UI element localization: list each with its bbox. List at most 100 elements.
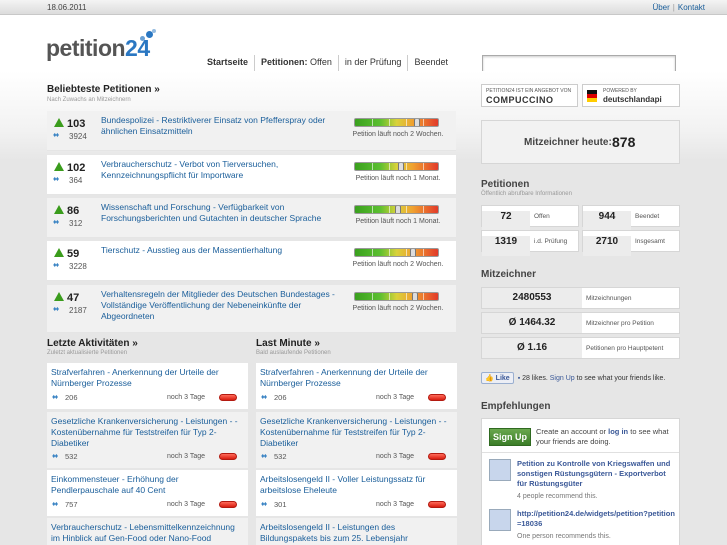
people-icon: ♦♦ [261, 394, 267, 401]
facebook-signup-link[interactable]: Sign Up [550, 375, 575, 382]
people-icon: ♦♦ [53, 262, 59, 269]
progress-meter [354, 118, 439, 127]
activity-title-link[interactable]: Gesetzliche Krankenversicherung - Leistu… [260, 416, 455, 449]
activity-item[interactable]: Strafverfahren - Anerkennung der Urteile… [256, 363, 457, 409]
popular-petition-row[interactable]: 103 ♦♦ 3924 Bundespolizei - Restriktiverer … [47, 111, 456, 151]
activity-title-link[interactable]: Strafverfahren - Anerkennung der Urteile… [260, 367, 455, 389]
stat-value: 72 [482, 211, 530, 231]
trend-up-icon [54, 162, 64, 171]
activity-item[interactable]: Arbeitslosengeld II - Leistungen des Bil… [256, 518, 457, 545]
lastminute-title[interactable]: Last Minute » [256, 338, 320, 349]
stat-value: Ø 1.16 [482, 338, 582, 358]
activity-title-link[interactable]: Gesetzliche Krankenversicherung - Leistu… [51, 416, 246, 449]
petition-status: Petition läuft noch 2 Wochen. [352, 261, 444, 268]
popular-petition-row[interactable]: 59 ♦♦ 3228 Tierschutz - Ausstieg aus der Ma… [47, 241, 456, 281]
recommendation-thumb-icon [489, 459, 511, 481]
petition-title-link[interactable]: Verbraucherschutz - Verbot von Tierversu… [101, 159, 341, 181]
activity-days-left: noch 3 Tage [376, 501, 415, 508]
recommendation-link-1[interactable]: Petition zu Kontrolle von Kriegswaffen u… [517, 459, 677, 489]
petition-title-link[interactable]: Tierschutz - Ausstieg aus der Massentier… [101, 245, 341, 256]
status-red-pill-icon [219, 394, 237, 401]
mitzeichner-stat-row: 2480553 Mitzeichnungen [481, 287, 680, 309]
stat-value: 944 [583, 211, 631, 231]
stat-label: Mitzeichnungen [586, 295, 632, 302]
signer-count: 364 [69, 176, 83, 185]
activity-title-link[interactable]: Verbraucherschutz - Lebensmittelkennzeic… [51, 522, 246, 544]
popular-petition-row[interactable]: 47 ♦♦ 2187 Verhaltensregeln der Mitglieder … [47, 285, 456, 333]
activity-item[interactable]: Einkommensteuer - Erhöhung der Pendlerpa… [47, 470, 248, 516]
petition-title-link[interactable]: Wissenschaft und Forschung - Verfügbarke… [101, 202, 341, 224]
activity-days-left: noch 3 Tage [376, 453, 415, 460]
empf-signup-button[interactable]: Sign Up [489, 428, 531, 446]
popular-petition-row[interactable]: 102 ♦♦ 364 Verbraucherschutz - Verbot von T… [47, 155, 456, 195]
link-kontakt[interactable]: Kontakt [678, 3, 705, 12]
trend-up-icon [54, 248, 64, 257]
stat-value: 1319 [482, 236, 530, 256]
empf-login-link[interactable]: log in [608, 427, 628, 436]
facebook-like-button[interactable]: 👍 Like [481, 372, 514, 384]
stat-label: i.d. Prüfung [534, 238, 568, 245]
people-icon: ♦♦ [261, 501, 267, 508]
today-box: Mitzeichner heute: 878 [481, 120, 680, 164]
signer-count: 2187 [69, 306, 87, 315]
stat-label: Petitionen pro Hauptpetent [586, 345, 664, 352]
petition-stat-cell: 1319 i.d. Prüfung [481, 230, 579, 256]
status-red-pill-icon [219, 453, 237, 460]
status-red-pill-icon [428, 453, 446, 460]
status-red-pill-icon [428, 501, 446, 508]
activity-days-left: noch 3 Tage [167, 394, 206, 401]
progress-meter [354, 162, 439, 171]
facebook-rest-text: to see what your friends like. [576, 375, 666, 382]
petition-stat-cell: 944 Beendet [582, 205, 680, 231]
deutschlandapi-badge[interactable]: POWERED BY deutschlandapi [582, 84, 680, 107]
people-icon: ♦♦ [53, 219, 59, 226]
link-ueber[interactable]: Über [652, 3, 669, 12]
site-logo[interactable]: petition24 [46, 35, 150, 62]
activity-signers: 206 [65, 393, 78, 402]
signer-count: 312 [69, 219, 83, 228]
petition-title-link[interactable]: Bundespolizei - Restriktiverer Einsatz v… [101, 115, 341, 137]
activities-title[interactable]: Letzte Aktivitäten » [47, 338, 138, 349]
activity-item[interactable]: Strafverfahren - Anerkennung der Urteile… [47, 363, 248, 409]
facebook-thumb-icon: 👍 [485, 375, 494, 382]
petitionen-subtitle: Öffentlich abrufbare Informationen [481, 191, 572, 197]
stat-label: Mitzeichner pro Petition [586, 320, 654, 327]
nav-offen[interactable]: Offen [310, 57, 332, 67]
activity-title-link[interactable]: Strafverfahren - Anerkennung der Urteile… [51, 367, 246, 389]
popular-petition-row[interactable]: 86 ♦♦ 312 Wissenschaft und Forschung - Verf… [47, 198, 456, 238]
meter-knob [414, 119, 420, 126]
lastminute-subtitle: Bald auslaufende Petitionen [256, 350, 331, 356]
stat-label: Beendet [635, 213, 660, 220]
stat-value: 2480553 [482, 288, 582, 308]
activity-title-link[interactable]: Arbeitslosengeld II - Voller Leistungssa… [260, 474, 455, 496]
activity-signers: 757 [65, 500, 78, 509]
mitzeichner-stat-row: Ø 1464.32 Mitzeichner pro Petition [481, 312, 680, 334]
petition-stat-cell: 72 Offen [481, 205, 579, 231]
activity-title-link[interactable]: Arbeitslosengeld II - Leistungen des Bil… [260, 522, 455, 544]
activity-signers: 206 [274, 393, 287, 402]
stat-label: Insgesamt [635, 238, 665, 245]
popular-title[interactable]: Beliebteste Petitionen » [47, 84, 160, 95]
popular-subtitle: Nach Zuwachs an Mitzeichnern [47, 97, 131, 103]
people-icon: ♦♦ [52, 501, 58, 508]
meter-knob [398, 163, 404, 170]
people-icon: ♦♦ [261, 453, 267, 460]
empf-signup-text: Create an account or log in to see what … [536, 427, 676, 447]
activity-item[interactable]: Gesetzliche Krankenversicherung - Leistu… [256, 412, 457, 468]
activity-item[interactable]: Gesetzliche Krankenversicherung - Leistu… [47, 412, 248, 468]
compuccino-badge[interactable]: PETITION24 IST EIN ANGEBOT VON COMPUCCIN… [481, 84, 578, 107]
growth-count: 102 [67, 162, 86, 174]
status-red-pill-icon [428, 394, 446, 401]
people-icon: ♦♦ [53, 176, 59, 183]
recommendation-link-2[interactable]: http://petition24.de/widgets/petition?pe… [517, 509, 677, 529]
mitzeichner-title: Mitzeichner [481, 269, 537, 280]
germany-flag-icon [587, 90, 597, 102]
compuccino-small-text: PETITION24 IST EIN ANGEBOT VON [486, 88, 572, 94]
empfehlungen-title: Empfehlungen [481, 401, 551, 412]
empfehlungen-box: Sign Up Create an account or log in to s… [481, 418, 680, 545]
petition-title-link[interactable]: Verhaltensregeln der Mitglieder des Deut… [101, 289, 341, 322]
activity-title-link[interactable]: Einkommensteuer - Erhöhung der Pendlerpa… [51, 474, 246, 496]
activity-item[interactable]: Verbraucherschutz - Lebensmittelkennzeic… [47, 518, 248, 545]
facebook-people-icon: ▪ [517, 375, 521, 382]
activity-item[interactable]: Arbeitslosengeld II - Voller Leistungssa… [256, 470, 457, 516]
